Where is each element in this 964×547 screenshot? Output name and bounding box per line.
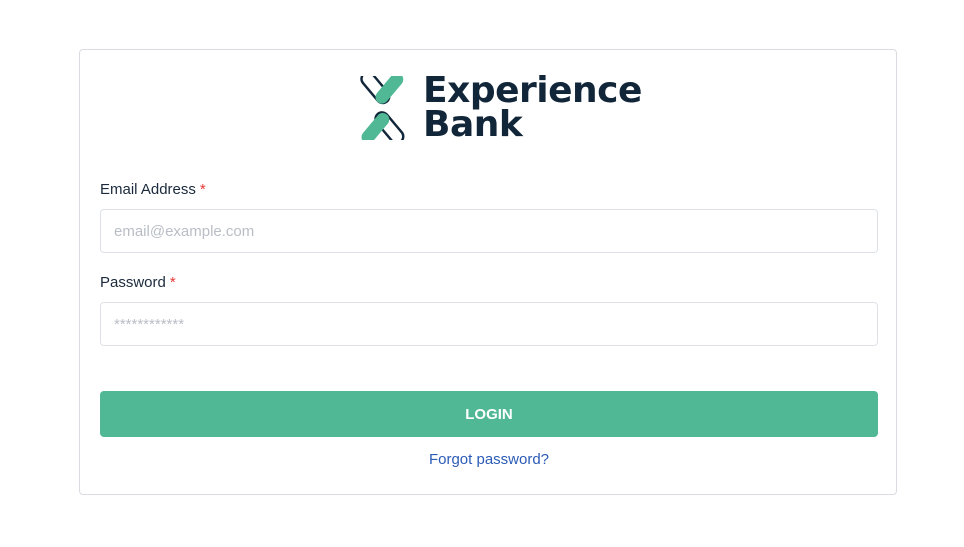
brand-name: Experience Bank [423,73,642,143]
email-label-text: Email Address [100,181,196,198]
login-button[interactable]: LOGIN [100,391,878,437]
brand-logo: Experience Bank [353,73,642,143]
email-label: Email Address * [100,181,206,198]
password-label-text: Password [100,274,166,291]
required-marker: * [169,274,176,291]
password-label: Password * [100,274,176,291]
experience-bank-logo-icon [360,76,405,140]
required-marker: * [199,181,206,198]
brand-name-line2: Bank [423,104,523,145]
forgot-password-link[interactable]: Forgot password? [429,451,549,468]
password-field[interactable] [100,302,878,346]
forgot-password-container: Forgot password? [80,451,898,468]
email-field[interactable] [100,209,878,253]
login-card: Experience Bank Email Address* Password*… [79,49,897,495]
